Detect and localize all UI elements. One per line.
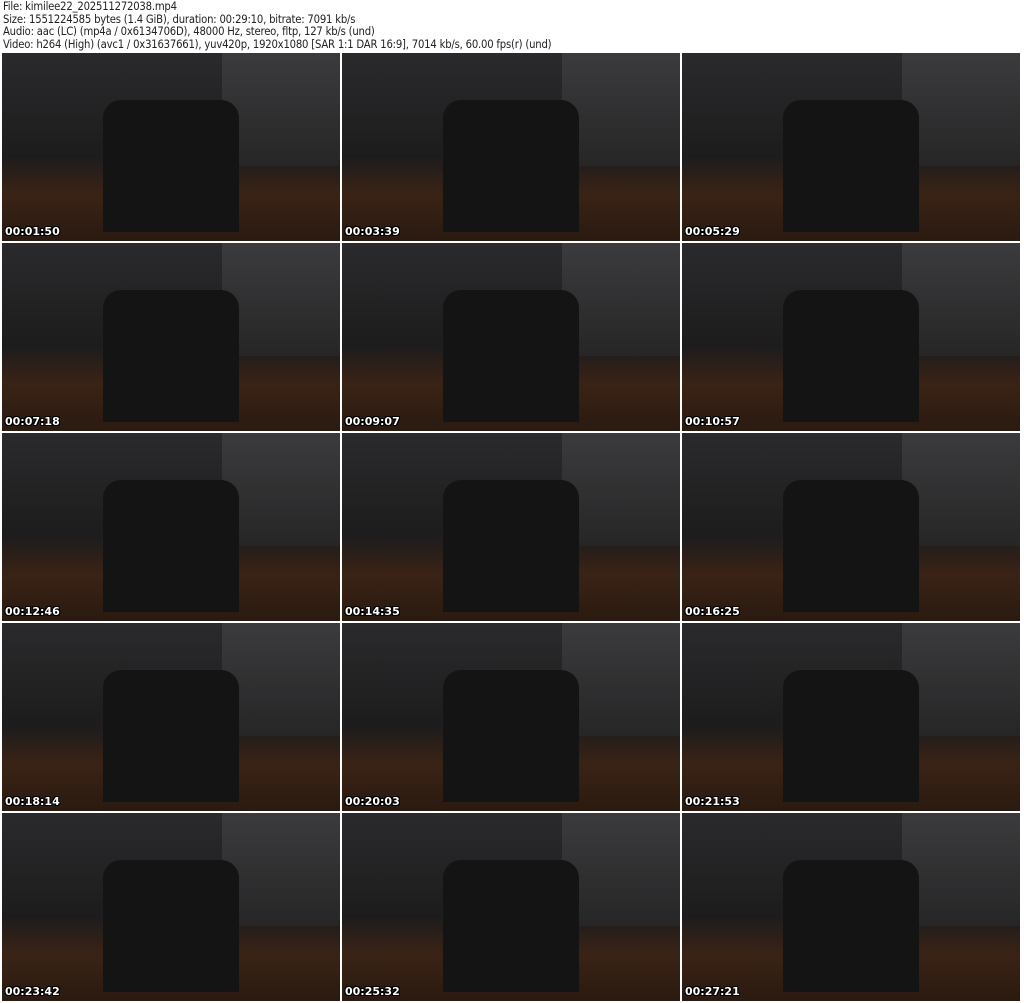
thumbnail-timestamp: 00:23:42	[5, 985, 60, 998]
background-wall	[561, 623, 680, 736]
file-name: File: kimilee22_202511272038.mp4	[3, 0, 177, 13]
video-thumbnail: 00:27:21	[682, 813, 1020, 1001]
thumbnail-timestamp: 00:03:39	[345, 225, 400, 238]
background-wall	[221, 433, 340, 546]
audio-info: Audio: aac (LC) (mp4a / 0x6134706D), 480…	[3, 25, 375, 38]
frame-content-placeholder	[783, 860, 919, 992]
frame-content-placeholder	[443, 860, 579, 992]
thumbnail-timestamp: 00:21:53	[685, 795, 740, 808]
frame-content-placeholder	[783, 480, 919, 612]
thumbnail-timestamp: 00:05:29	[685, 225, 740, 238]
frame-content-placeholder	[783, 290, 919, 422]
frame-content-placeholder	[783, 100, 919, 232]
thumbnail-timestamp: 00:07:18	[5, 415, 60, 428]
frame-content-placeholder	[443, 480, 579, 612]
background-wall	[221, 623, 340, 736]
background-wall	[561, 813, 680, 926]
video-thumbnail: 00:05:29	[682, 53, 1020, 241]
thumbnail-timestamp: 00:09:07	[345, 415, 400, 428]
frame-content-placeholder	[103, 670, 239, 802]
video-thumbnail: 00:21:53	[682, 623, 1020, 811]
video-thumbnail: 00:03:39	[342, 53, 680, 241]
thumbnail-timestamp: 00:01:50	[5, 225, 60, 238]
background-wall	[221, 813, 340, 926]
frame-content-placeholder	[443, 670, 579, 802]
background-wall	[901, 813, 1020, 926]
thumbnail-timestamp: 00:25:32	[345, 985, 400, 998]
background-wall	[221, 53, 340, 166]
video-thumbnail: 00:10:57	[682, 243, 1020, 431]
thumbnail-timestamp: 00:10:57	[685, 415, 740, 428]
frame-content-placeholder	[103, 100, 239, 232]
thumbnail-timestamp: 00:27:21	[685, 985, 740, 998]
video-thumbnail: 00:01:50	[2, 53, 340, 241]
file-info-header: File: kimilee22_202511272038.mp4 Size: 1…	[3, 0, 552, 51]
frame-content-placeholder	[103, 290, 239, 422]
video-thumbnail: 00:09:07	[342, 243, 680, 431]
thumbnail-timestamp: 00:12:46	[5, 605, 60, 618]
background-wall	[901, 53, 1020, 166]
frame-content-placeholder	[443, 100, 579, 232]
background-wall	[561, 243, 680, 356]
background-wall	[221, 243, 340, 356]
background-wall	[901, 243, 1020, 356]
video-thumbnail: 00:12:46	[2, 433, 340, 621]
video-thumbnail: 00:25:32	[342, 813, 680, 1001]
background-wall	[561, 53, 680, 166]
video-thumbnail: 00:14:35	[342, 433, 680, 621]
video-thumbnail: 00:23:42	[2, 813, 340, 1001]
thumbnail-timestamp: 00:16:25	[685, 605, 740, 618]
frame-content-placeholder	[443, 290, 579, 422]
thumbnail-grid: 00:01:50 00:03:39 00:05:29 00:07:18 00:09:07…	[2, 53, 1022, 1003]
thumbnail-timestamp: 00:18:14	[5, 795, 60, 808]
frame-content-placeholder	[103, 480, 239, 612]
background-wall	[901, 433, 1020, 546]
frame-content-placeholder	[103, 860, 239, 992]
video-thumbnail: 00:20:03	[342, 623, 680, 811]
video-info: Video: h264 (High) (avc1 / 0x31637661), …	[3, 37, 552, 51]
video-thumbnail: 00:18:14	[2, 623, 340, 811]
frame-content-placeholder	[783, 670, 919, 802]
background-wall	[901, 623, 1020, 736]
background-wall	[561, 433, 680, 546]
thumbnail-timestamp: 00:14:35	[345, 605, 400, 618]
video-thumbnail: 00:07:18	[2, 243, 340, 431]
thumbnail-timestamp: 00:20:03	[345, 795, 400, 808]
video-thumbnail: 00:16:25	[682, 433, 1020, 621]
